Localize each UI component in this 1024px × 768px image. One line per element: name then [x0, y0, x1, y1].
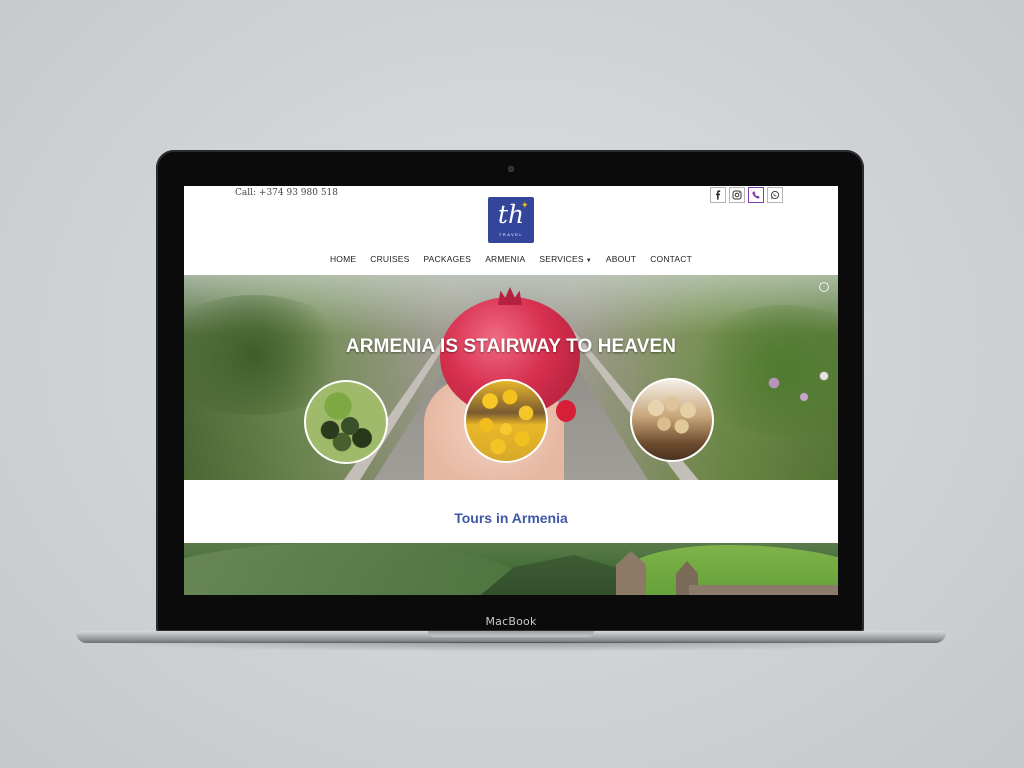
- monastery-wall: [689, 585, 838, 595]
- plane-icon: ✦: [521, 200, 529, 210]
- viber-icon[interactable]: [748, 187, 764, 203]
- tours-section: Tours in Armenia: [184, 480, 838, 543]
- banner-hill-left: [184, 543, 524, 595]
- nav-services-wrap[interactable]: SERVICES ▼: [539, 254, 592, 264]
- nav-cruises[interactable]: CRUISES: [370, 254, 409, 264]
- laptop-shadow: [90, 642, 934, 652]
- tours-banner-image: [184, 543, 838, 595]
- call-text: Call: +374 93 980 518: [235, 188, 339, 198]
- nav-home[interactable]: HOME: [330, 254, 356, 264]
- camera-icon: [508, 166, 514, 172]
- site-header: Call: +374 93 980 518 th ✦ TRAVEL HOME C…: [184, 186, 838, 274]
- laptop-notch: [428, 631, 594, 637]
- whatsapp-icon[interactable]: [767, 187, 783, 203]
- nav-about[interactable]: ABOUT: [606, 254, 636, 264]
- caret-down-icon: ▼: [585, 258, 592, 264]
- logo-subtitle: TRAVEL: [498, 232, 524, 237]
- nav-armenia[interactable]: ARMENIA: [485, 254, 525, 264]
- dolma-icon[interactable]: [304, 380, 388, 464]
- gata-bread-icon[interactable]: [630, 378, 714, 462]
- nav-contact[interactable]: CONTACT: [650, 254, 692, 264]
- instagram-icon[interactable]: [729, 187, 745, 203]
- tours-title: Tours in Armenia: [454, 510, 568, 526]
- hero-title: ARMENIA IS STAIRWAY TO HEAVEN: [345, 336, 677, 357]
- hero-slider: ARMENIA IS STAIRWAY TO HEAVEN: [184, 275, 838, 480]
- main-nav: HOME CRUISES PACKAGES ARMENIA SERVICES ▼ …: [184, 254, 838, 264]
- nav-services[interactable]: SERVICES: [539, 254, 583, 264]
- hero-flowers: [744, 355, 838, 425]
- facebook-icon[interactable]: [710, 187, 726, 203]
- site-logo[interactable]: th ✦ TRAVEL: [488, 197, 534, 243]
- social-links: [710, 187, 783, 205]
- device-brand-label: MacBook: [485, 615, 537, 628]
- website-screen: Call: +374 93 980 518 th ✦ TRAVEL HOME C…: [184, 186, 838, 595]
- slider-pause-icon[interactable]: [819, 282, 829, 292]
- nav-packages[interactable]: PACKAGES: [423, 254, 471, 264]
- apricot-icon[interactable]: [464, 379, 548, 463]
- hero-nail: [556, 400, 576, 422]
